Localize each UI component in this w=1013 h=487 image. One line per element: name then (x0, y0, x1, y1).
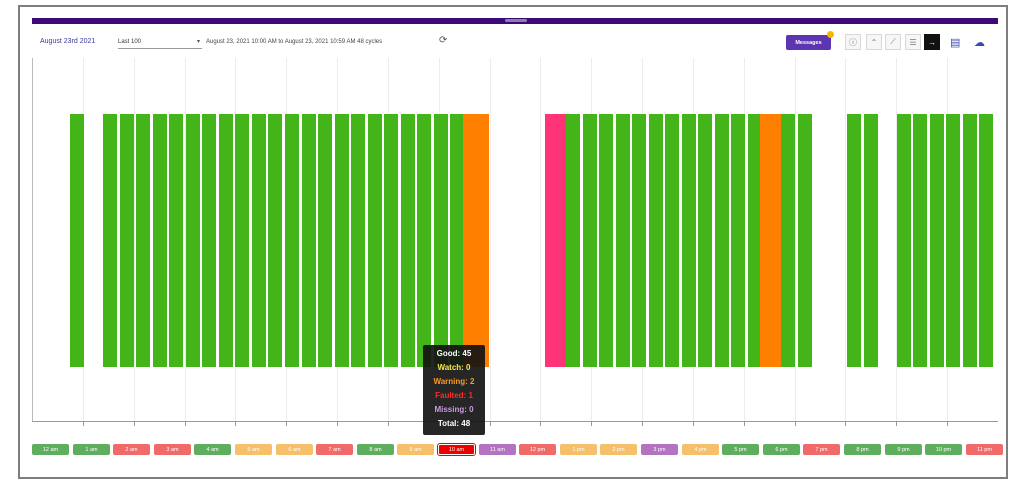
cycle-bar-good[interactable] (963, 114, 977, 367)
hour-chip-6-pm[interactable]: 6 pm (763, 444, 800, 455)
grid-line (845, 58, 846, 421)
grid-line (490, 58, 491, 421)
cycle-bar-good[interactable] (450, 114, 464, 367)
cycle-bar-good[interactable] (847, 114, 861, 367)
hour-chip-2-pm[interactable]: 2 pm (600, 444, 637, 455)
cycle-bar-good[interactable] (616, 114, 630, 367)
hour-chip-7-pm[interactable]: 7 pm (803, 444, 840, 455)
cycle-bar-good[interactable] (946, 114, 960, 367)
hour-chip-9-am[interactable]: 9 am (397, 444, 434, 455)
cycle-bar-good[interactable] (302, 114, 316, 367)
cycle-bar-good[interactable] (913, 114, 927, 367)
hour-chip-3-pm[interactable]: 3 pm (641, 444, 678, 455)
hour-chip-7-am[interactable]: 7 am (316, 444, 353, 455)
cycle-bar-good[interactable] (417, 114, 431, 367)
chevron-down-icon: ▾ (196, 39, 200, 45)
hour-chip-11-pm[interactable]: 11 pm (966, 444, 1003, 455)
area-chart-icon[interactable]: ⌃ (866, 34, 882, 50)
tooltip-faulted: Faulted: 1 (435, 391, 473, 400)
hour-chip-6-am[interactable]: 6 am (276, 444, 313, 455)
cycle-bar-good[interactable] (715, 114, 729, 367)
grid-line (134, 58, 135, 421)
refresh-icon[interactable]: ⟳ (439, 35, 447, 46)
hour-chip-4-am[interactable]: 4 am (194, 444, 231, 455)
cycle-bar-good[interactable] (930, 114, 944, 367)
cycle-bar-good[interactable] (268, 114, 282, 367)
cycle-bar-good[interactable] (566, 114, 580, 367)
cycle-bar-good[interactable] (368, 114, 382, 367)
hour-chip-9-pm[interactable]: 9 pm (885, 444, 922, 455)
hour-chip-5-pm[interactable]: 5 pm (722, 444, 759, 455)
cycle-bar-warning[interactable] (463, 114, 489, 367)
hour-chip-10-pm[interactable]: 10 pm (925, 444, 962, 455)
date-link[interactable]: August 23rd 2021 (40, 38, 95, 45)
cycle-bar-good[interactable] (979, 114, 993, 367)
hour-chip-8-pm[interactable]: 8 pm (844, 444, 881, 455)
hour-chip-4-pm[interactable]: 4 pm (682, 444, 719, 455)
hour-chip-2-am[interactable]: 2 am (113, 444, 150, 455)
hour-chip-11-am[interactable]: 11 am (479, 444, 516, 455)
hour-chip-3-am[interactable]: 3 am (154, 444, 191, 455)
cycle-bar-good[interactable] (219, 114, 233, 367)
y-axis-line (32, 58, 33, 422)
cycle-bar-good[interactable] (335, 114, 349, 367)
cycle-bar-good[interactable] (120, 114, 134, 367)
notification-dot (827, 31, 834, 38)
cycle-bar-good[interactable] (434, 114, 448, 367)
tooltip-warning: Warning: 2 (433, 377, 475, 386)
range-select-value: Last 100 (118, 39, 142, 45)
cloud-download-icon[interactable]: ☁ (974, 36, 985, 49)
hour-chip-8-am[interactable]: 8 am (357, 444, 394, 455)
cycle-bar-good[interactable] (632, 114, 646, 367)
cycle-bar-good[interactable] (682, 114, 696, 367)
cycle-bar-good[interactable] (70, 114, 84, 367)
cycle-bar-good[interactable] (285, 114, 299, 367)
grid-line (795, 58, 796, 421)
document-icon[interactable]: ▤ (950, 36, 960, 49)
range-select[interactable]: Last 100 ▾ (118, 36, 202, 49)
cycle-bar-good[interactable] (781, 114, 795, 367)
tooltip-total: Total: 48 (437, 419, 471, 428)
cycle-bar-good[interactable] (136, 114, 150, 367)
tooltip-watch: Watch: 0 (437, 363, 471, 372)
cycle-bar-good[interactable] (202, 114, 216, 367)
tooltip-missing: Missing: 0 (434, 405, 474, 414)
hour-chip-12-am[interactable]: 12 am (32, 444, 69, 455)
x-axis-line (32, 421, 998, 422)
cycle-bar-good[interactable] (103, 114, 117, 367)
hour-chip-5-am[interactable]: 5 am (235, 444, 272, 455)
info-icon[interactable]: ⓘ (845, 34, 861, 50)
list-icon[interactable]: ☰ (905, 34, 921, 50)
cycle-bar-good[interactable] (649, 114, 663, 367)
cycle-bar-good[interactable] (351, 114, 365, 367)
cycle-bar-good[interactable] (186, 114, 200, 367)
cycle-bar-good[interactable] (401, 114, 415, 367)
hour-chip-1-am[interactable]: 1 am (73, 444, 110, 455)
cycle-bar-good[interactable] (384, 114, 398, 367)
hour-chip-10-am[interactable]: 10 am (437, 443, 476, 456)
cycle-bar-good[interactable] (153, 114, 167, 367)
cycle-bar-good[interactable] (698, 114, 712, 367)
grid-line (540, 58, 541, 421)
cycle-bar-good[interactable] (731, 114, 745, 367)
line-chart-icon[interactable]: ⟋ (885, 34, 901, 50)
cycle-bar-good[interactable] (665, 114, 679, 367)
arrow-right-icon[interactable]: → (924, 34, 940, 50)
messages-button[interactable]: Messages (786, 35, 831, 50)
status-tooltip: Good: 45 Watch: 0 Warning: 2 Faulted: 1 … (423, 345, 485, 435)
cycle-bar-good[interactable] (252, 114, 266, 367)
cycle-bar-good[interactable] (897, 114, 911, 367)
range-description: August 23, 2021 10:00 AM to August 23, 2… (206, 39, 383, 45)
tooltip-good: Good: 45 (436, 349, 472, 358)
cycle-bar-good[interactable] (798, 114, 812, 367)
cycle-bar-good[interactable] (864, 114, 878, 367)
cycle-bar-good[interactable] (235, 114, 249, 367)
hour-chip-12-pm[interactable]: 12 pm (519, 444, 556, 455)
hour-chip-1-pm[interactable]: 1 pm (560, 444, 597, 455)
cycle-bar-good[interactable] (583, 114, 597, 367)
resize-grip[interactable] (505, 19, 527, 22)
cycle-bar-good[interactable] (169, 114, 183, 367)
cycle-bar-good[interactable] (599, 114, 613, 367)
cycle-bar-good[interactable] (318, 114, 332, 367)
